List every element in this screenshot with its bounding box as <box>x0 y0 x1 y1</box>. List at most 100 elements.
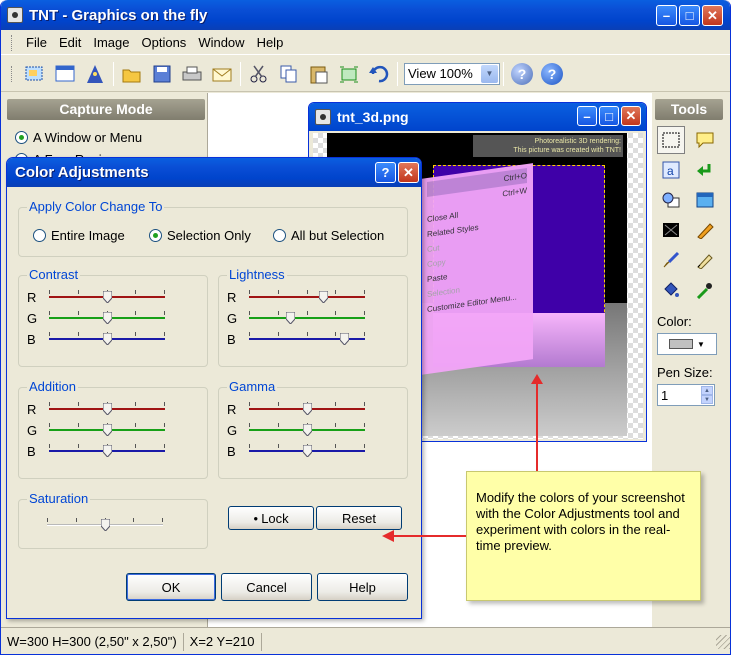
addition-g-slider[interactable] <box>49 423 165 437</box>
apply-all-but-selection[interactable]: All but Selection <box>265 224 384 246</box>
help-label: Help <box>349 579 376 595</box>
slider-thumb[interactable] <box>286 312 295 324</box>
dialog-help-button[interactable]: ? <box>375 162 396 183</box>
undo-icon[interactable] <box>366 61 392 87</box>
slider-thumb[interactable] <box>103 291 112 303</box>
capture-window-icon[interactable] <box>52 61 78 87</box>
app-camera-icon[interactable] <box>7 7 23 23</box>
text-tool-icon[interactable]: a <box>657 156 685 184</box>
menu-file[interactable]: File <box>20 35 53 50</box>
render-note: Photorealistic 3D rendering: This pictur… <box>473 135 623 157</box>
paint-bucket-icon[interactable] <box>657 276 685 304</box>
reset-button[interactable]: Reset <box>316 506 402 530</box>
arrow-tool-icon[interactable] <box>691 156 719 184</box>
pen-size-spinner[interactable]: 1 ▲ ▼ <box>657 384 715 406</box>
slider-thumb[interactable] <box>103 403 112 415</box>
radio-button[interactable] <box>149 228 162 242</box>
minimize-button[interactable]: – <box>656 5 677 26</box>
email-icon[interactable] <box>209 61 235 87</box>
brush-icon[interactable] <box>657 246 685 274</box>
slider-thumb[interactable] <box>103 312 112 324</box>
pencil-icon[interactable] <box>691 216 719 244</box>
slider-thumb[interactable] <box>103 445 112 457</box>
apply-selection-only[interactable]: Selection Only <box>141 224 251 246</box>
slider-thumb[interactable] <box>101 519 110 531</box>
addition-b-slider[interactable] <box>49 444 165 458</box>
zoom-select[interactable]: View 100% ▼ <box>404 62 500 85</box>
lightness-g-slider[interactable] <box>249 311 365 325</box>
gamma-r-slider[interactable] <box>249 402 365 416</box>
spinner-down-icon[interactable]: ▼ <box>701 395 713 404</box>
lightness-r-slider[interactable] <box>249 290 365 304</box>
copy-icon[interactable] <box>276 61 302 87</box>
contrast-b-slider[interactable] <box>49 332 165 346</box>
channel-label: G <box>227 310 238 326</box>
menu-window[interactable]: Window <box>192 35 250 50</box>
channel-label: G <box>27 310 38 326</box>
slider-thumb[interactable] <box>103 424 112 436</box>
menu-help[interactable]: Help <box>251 35 290 50</box>
fill-rectangle-icon[interactable] <box>691 186 719 214</box>
toolbar-separator <box>240 61 241 86</box>
capture-region-icon[interactable] <box>22 61 48 87</box>
eyedropper-icon[interactable] <box>691 276 719 304</box>
help-icon[interactable]: ? <box>539 61 565 87</box>
color-label: Color: <box>657 314 692 329</box>
wizard-icon[interactable] <box>82 61 108 87</box>
contrast-g-slider[interactable] <box>49 311 165 325</box>
lock-button[interactable]: ● Lock <box>228 506 314 530</box>
slider-thumb[interactable] <box>319 291 328 303</box>
image-close-button[interactable]: ✕ <box>621 106 641 126</box>
slider-thumb[interactable] <box>303 445 312 457</box>
crop-icon[interactable] <box>336 61 362 87</box>
gamma-g-slider[interactable] <box>249 423 365 437</box>
image-maximize-button[interactable]: □ <box>599 106 619 126</box>
speech-bubble-icon[interactable] <box>691 126 719 154</box>
resize-grip-icon[interactable] <box>716 634 730 649</box>
dialog-title-bar[interactable]: Color Adjustments <box>7 158 421 187</box>
dialog-close-button[interactable]: ✕ <box>398 162 419 183</box>
help-button[interactable]: Help <box>317 573 408 601</box>
chevron-down-icon[interactable]: ▼ <box>481 64 498 83</box>
apply-entire-image[interactable]: Entire Image <box>25 224 125 246</box>
saturation-slider-row <box>47 516 212 534</box>
spinner-up-icon[interactable]: ▲ <box>701 386 713 395</box>
open-folder-icon[interactable] <box>119 61 145 87</box>
fill-black-icon[interactable] <box>657 216 685 244</box>
slider-track <box>249 317 365 319</box>
paste-icon[interactable] <box>306 61 332 87</box>
menu-image[interactable]: Image <box>87 35 135 50</box>
rendered-menu: Ctrl+O Ctrl+W Close All Related Styles C… <box>421 163 533 375</box>
slider-thumb[interactable] <box>303 403 312 415</box>
close-button[interactable]: ✕ <box>702 5 723 26</box>
title-bar[interactable]: TNT - Graphics on the fly <box>1 0 730 30</box>
highlighter-icon[interactable] <box>691 246 719 274</box>
rectangle-select-icon[interactable] <box>657 126 685 154</box>
slider-thumb[interactable] <box>303 424 312 436</box>
whats-this-help-icon[interactable]: ? <box>509 61 535 87</box>
slider-thumb[interactable] <box>340 333 349 345</box>
shapes-tool-icon[interactable] <box>657 186 685 214</box>
cut-icon[interactable] <box>246 61 272 87</box>
menu-edit[interactable]: Edit <box>53 35 87 50</box>
save-icon[interactable] <box>149 61 175 87</box>
slider-thumb[interactable] <box>103 333 112 345</box>
saturation-slider[interactable] <box>47 518 163 532</box>
addition-r-slider[interactable] <box>49 402 165 416</box>
ok-button[interactable]: OK <box>126 573 216 601</box>
radio-button[interactable] <box>273 228 286 242</box>
channel-label: R <box>227 289 237 305</box>
callout-arrow-line <box>536 382 538 472</box>
print-icon[interactable] <box>179 61 205 87</box>
radio-button[interactable] <box>15 130 28 144</box>
menu-options[interactable]: Options <box>136 35 193 50</box>
color-picker[interactable]: ▼ <box>657 333 717 355</box>
image-minimize-button[interactable]: – <box>577 106 597 126</box>
gamma-b-slider[interactable] <box>249 444 365 458</box>
lightness-b-slider[interactable] <box>249 332 365 346</box>
capture-option-window[interactable]: A Window or Menu <box>7 126 205 148</box>
maximize-button[interactable]: □ <box>679 5 700 26</box>
radio-button[interactable] <box>33 228 46 242</box>
cancel-button[interactable]: Cancel <box>221 573 312 601</box>
contrast-r-slider[interactable] <box>49 290 165 304</box>
